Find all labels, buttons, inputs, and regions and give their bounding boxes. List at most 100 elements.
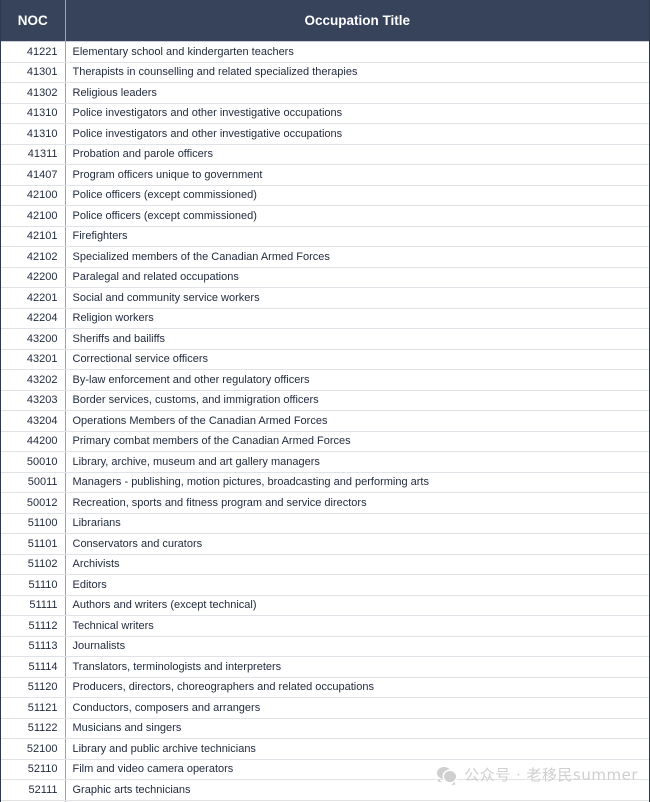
cell-occupation-title: Police officers (except commissioned) xyxy=(65,185,649,206)
cell-noc: 41302 xyxy=(1,82,66,104)
table-row: 52111 Graphic arts technicians xyxy=(1,779,649,801)
cell-noc: 51111 xyxy=(1,595,66,616)
table-row: 43200 Sheriffs and bailiffs xyxy=(1,328,649,350)
cell-noc: 41310 xyxy=(1,123,66,145)
cell-noc: 42200 xyxy=(1,267,66,288)
cell-occupation-title: Technical writers xyxy=(65,615,649,637)
cell-occupation-title: Specialized members of the Canadian Arme… xyxy=(65,246,649,268)
table-row: 51110 Editors xyxy=(1,574,649,596)
table-row: 51113 Journalists xyxy=(1,636,649,657)
cell-noc: 50010 xyxy=(1,451,66,473)
cell-noc: 51101 xyxy=(1,533,66,555)
table-row: 42204 Religion workers xyxy=(1,308,649,329)
table-row: 42201 Social and community service worker… xyxy=(1,287,649,309)
cell-occupation-title: Border services, customs, and immigratio… xyxy=(65,390,649,411)
cell-noc: 42204 xyxy=(1,308,66,329)
cell-noc: 51114 xyxy=(1,656,66,678)
cell-noc: 42101 xyxy=(1,226,66,247)
table-row: 52100 Library and public archive technici… xyxy=(1,738,649,760)
cell-noc: 50011 xyxy=(1,472,66,493)
cell-occupation-title: Translators, terminologists and interpre… xyxy=(65,656,649,678)
cell-noc: 51110 xyxy=(1,574,66,596)
table-row: 52110 Film and video camera operators xyxy=(1,759,649,780)
cell-noc: 52110 xyxy=(1,759,66,780)
cell-noc: 41310 xyxy=(1,103,66,124)
cell-occupation-title: Library, archive, museum and art gallery… xyxy=(65,451,649,473)
table-row: 42100 Police officers (except commissione… xyxy=(1,185,649,206)
table-row: 51120 Producers, directors, choreographer… xyxy=(1,677,649,698)
cell-occupation-title: By-law enforcement and other regulatory … xyxy=(65,369,649,391)
cell-noc: 43204 xyxy=(1,410,66,432)
cell-occupation-title: Elementary school and kindergarten teach… xyxy=(65,41,649,63)
cell-occupation-title: Correctional service officers xyxy=(65,349,649,370)
cell-occupation-title: Religion workers xyxy=(65,308,649,329)
table-row: 42200 Paralegal and related occupations xyxy=(1,267,649,288)
table-row: 51114 Translators, terminologists and int… xyxy=(1,656,649,678)
cell-noc: 51122 xyxy=(1,718,66,739)
table-row: 44200 Primary combat members of the Canad… xyxy=(1,431,649,452)
table-row: 50012 Recreation, sports and fitness prog… xyxy=(1,492,649,514)
table-header-row: NOC Occupation Title xyxy=(1,0,649,42)
table-row: 41301 Therapists in counselling and relat… xyxy=(1,62,649,83)
cell-occupation-title: Program officers unique to government xyxy=(65,164,649,186)
cell-occupation-title: Probation and parole officers xyxy=(65,144,649,165)
cell-noc: 41301 xyxy=(1,62,66,83)
cell-occupation-title: Police investigators and other investiga… xyxy=(65,103,649,124)
cell-noc: 42102 xyxy=(1,246,66,268)
cell-noc: 51121 xyxy=(1,697,66,719)
cell-noc: 44200 xyxy=(1,431,66,452)
cell-occupation-title: Library and public archive technicians xyxy=(65,738,649,760)
column-header-noc: NOC xyxy=(1,0,66,42)
table-row: 41302 Religious leaders xyxy=(1,82,649,104)
cell-noc: 42201 xyxy=(1,287,66,309)
cell-occupation-title: Police investigators and other investiga… xyxy=(65,123,649,145)
cell-occupation-title: Conductors, composers and arrangers xyxy=(65,697,649,719)
cell-noc: 51112 xyxy=(1,615,66,637)
cell-noc: 43203 xyxy=(1,390,66,411)
table-row: 50011 Managers - publishing, motion pictu… xyxy=(1,472,649,493)
table-row: 43204 Operations Members of the Canadian … xyxy=(1,410,649,432)
table-row: 43203 Border services, customs, and immig… xyxy=(1,390,649,411)
table-row: 41407 Program officers unique to governme… xyxy=(1,164,649,186)
table-body: 41221 Elementary school and kindergarten … xyxy=(1,41,649,802)
table-row: 41221 Elementary school and kindergarten … xyxy=(1,41,649,63)
cell-noc: 43200 xyxy=(1,328,66,350)
cell-noc: 41311 xyxy=(1,144,66,165)
cell-occupation-title: Firefighters xyxy=(65,226,649,247)
table-row: 41311 Probation and parole officers xyxy=(1,144,649,165)
table-row: 51121 Conductors, composers and arrangers xyxy=(1,697,649,719)
cell-occupation-title: Authors and writers (except technical) xyxy=(65,595,649,616)
occupation-table: NOC Occupation Title 41221 Elementary sch… xyxy=(1,0,649,802)
table-row: 51101 Conservators and curators xyxy=(1,533,649,555)
cell-noc: 43201 xyxy=(1,349,66,370)
cell-noc: 43202 xyxy=(1,369,66,391)
cell-noc: 42100 xyxy=(1,205,66,227)
table-row: 43202 By-law enforcement and other regula… xyxy=(1,369,649,391)
table-row: 41310 Police investigators and other inve… xyxy=(1,123,649,145)
cell-occupation-title: Sheriffs and bailiffs xyxy=(65,328,649,350)
cell-noc: 41221 xyxy=(1,41,66,63)
cell-occupation-title: Producers, directors, choreographers and… xyxy=(65,677,649,698)
cell-noc: 52111 xyxy=(1,779,66,801)
cell-occupation-title: Archivists xyxy=(65,554,649,575)
cell-noc: 51100 xyxy=(1,513,66,534)
table-row: 51112 Technical writers xyxy=(1,615,649,637)
table-header: NOC Occupation Title xyxy=(1,0,649,42)
cell-occupation-title: Editors xyxy=(65,574,649,596)
cell-occupation-title: Journalists xyxy=(65,636,649,657)
cell-occupation-title: Primary combat members of the Canadian A… xyxy=(65,431,649,452)
occupation-table-container: NOC Occupation Title 41221 Elementary sch… xyxy=(0,0,650,802)
cell-noc: 50012 xyxy=(1,492,66,514)
cell-noc: 42100 xyxy=(1,185,66,206)
cell-occupation-title: Film and video camera operators xyxy=(65,759,649,780)
cell-occupation-title: Librarians xyxy=(65,513,649,534)
cell-occupation-title: Operations Members of the Canadian Armed… xyxy=(65,410,649,432)
table-row: 51100 Librarians xyxy=(1,513,649,534)
table-row: 50010 Library, archive, museum and art ga… xyxy=(1,451,649,473)
cell-occupation-title: Managers - publishing, motion pictures, … xyxy=(65,472,649,493)
cell-occupation-title: Paralegal and related occupations xyxy=(65,267,649,288)
cell-occupation-title: Musicians and singers xyxy=(65,718,649,739)
table-row: 42101 Firefighters xyxy=(1,226,649,247)
table-row: 43201 Correctional service officers xyxy=(1,349,649,370)
cell-noc: 41407 xyxy=(1,164,66,186)
